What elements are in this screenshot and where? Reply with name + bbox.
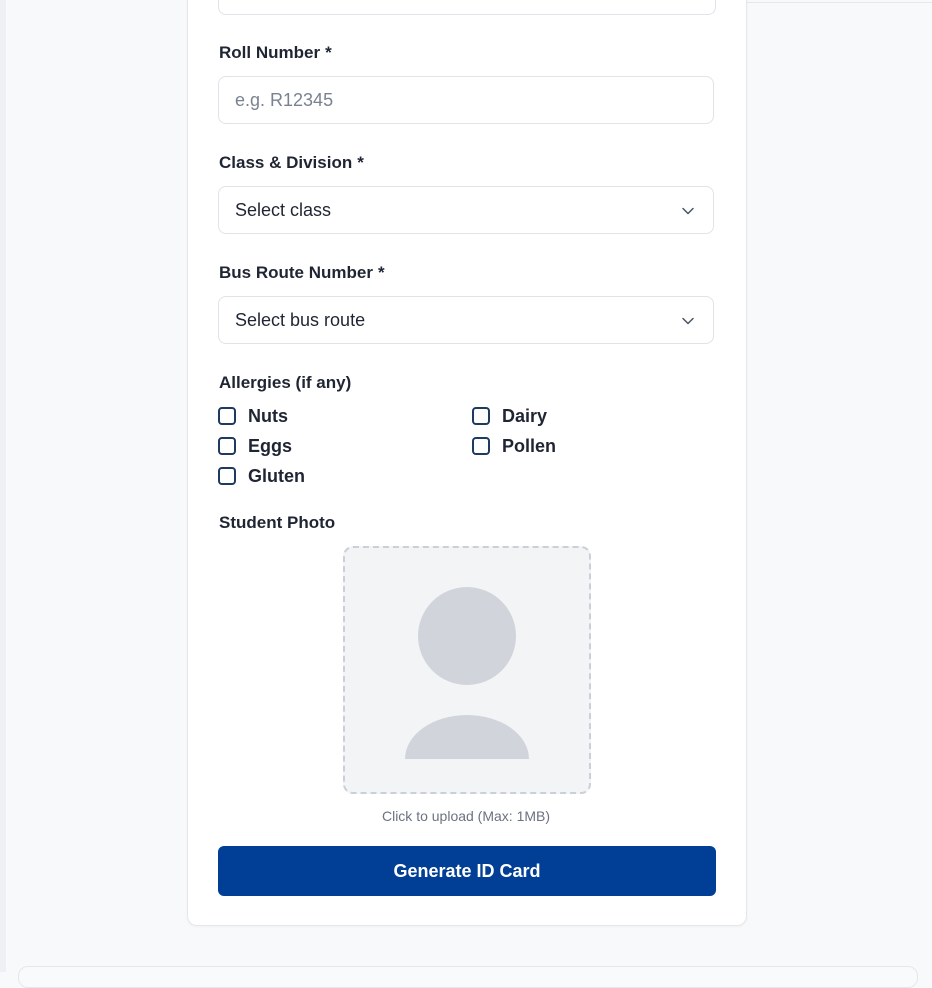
roll-number-label-text: Roll Number (219, 43, 321, 62)
allergy-checkbox-dairy[interactable]: Dairy (472, 405, 547, 427)
divider (746, 2, 932, 3)
allergy-checkbox-pollen[interactable]: Pollen (472, 435, 556, 457)
allergy-checkbox-nuts[interactable]: Nuts (218, 405, 288, 427)
allergy-checkbox-gluten[interactable]: Gluten (218, 465, 305, 487)
avatar-placeholder-icon (405, 587, 529, 759)
page-edge (0, 0, 6, 972)
checkbox-square[interactable] (472, 407, 490, 425)
bus-route-selected-value: Select bus route (235, 310, 366, 330)
checkbox-square[interactable] (218, 467, 236, 485)
allergies-label: Allergies (if any) (219, 373, 352, 392)
photo-upload-area[interactable] (343, 546, 591, 794)
checkbox-square[interactable] (472, 437, 490, 455)
chevron-down-icon (682, 317, 694, 325)
class-division-label: Class & Division * (219, 153, 364, 173)
allergy-label-eggs: Eggs (248, 435, 293, 456)
bus-route-select[interactable]: Select bus route (218, 296, 714, 344)
required-mark: * (357, 153, 364, 172)
checkbox-square[interactable] (218, 407, 236, 425)
allergy-label-pollen: Pollen (502, 435, 557, 456)
required-mark: * (325, 43, 332, 62)
allergy-label-dairy: Dairy (502, 405, 548, 426)
allergy-label-nuts: Nuts (248, 405, 288, 426)
roll-number-input[interactable] (219, 77, 713, 123)
class-division-selected-value: Select class (235, 200, 332, 220)
bus-route-label-text: Bus Route Number (219, 263, 373, 282)
id-card-form: Roll Number* Class & Division* Select cl… (187, 0, 747, 926)
upload-hint: Click to upload (Max: 1MB) (381, 808, 551, 824)
generate-id-card-button[interactable]: Generate ID Card (218, 846, 716, 896)
bus-route-label: Bus Route Number * (219, 263, 385, 283)
next-section-card (18, 966, 918, 988)
class-division-select[interactable]: Select class (218, 186, 714, 234)
checkbox-square[interactable] (218, 437, 236, 455)
roll-number-field[interactable] (218, 76, 714, 124)
required-mark: * (377, 263, 385, 282)
previous-field-input[interactable] (218, 0, 716, 15)
class-division-label-text: Class & Division (219, 153, 353, 172)
student-photo-label: Student Photo (219, 513, 336, 532)
allergy-label-gluten: Gluten (248, 465, 305, 486)
allergy-checkbox-eggs[interactable]: Eggs (218, 435, 292, 457)
chevron-down-icon (682, 207, 694, 215)
roll-number-label: Roll Number * (219, 43, 332, 63)
